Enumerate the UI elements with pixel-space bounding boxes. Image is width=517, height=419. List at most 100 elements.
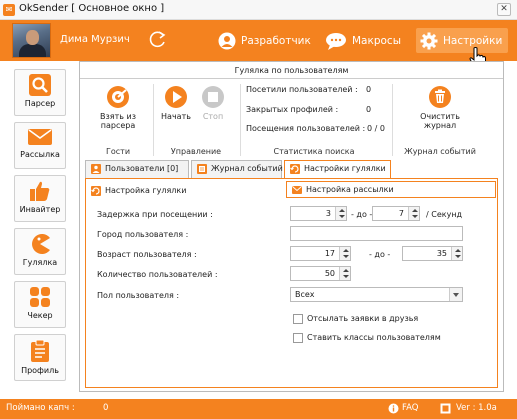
age-separator: - до - <box>369 250 391 259</box>
sidebar-item-profile[interactable]: Профиль <box>14 334 66 381</box>
sidebar-item-parser[interactable]: Парсер <box>14 69 66 116</box>
age-to-stepper[interactable]: 35 <box>402 246 463 261</box>
spin-arrows-icon[interactable] <box>451 247 462 260</box>
sidebar-item-label: Чекер <box>27 311 53 320</box>
title-bar: ✉ OkSender [ Основное окно ] ✕ <box>0 0 517 20</box>
developer-label: Разработчик <box>241 34 311 47</box>
clear-log-label: Очистить журнал <box>420 112 460 130</box>
mail-icon <box>28 129 52 145</box>
stats-group-title: Статистика поиска <box>273 147 355 156</box>
captcha-count: 0 <box>103 403 109 413</box>
stat-closed-label: Закрытых профилей : <box>246 105 339 114</box>
checkbox-box[interactable] <box>293 333 303 343</box>
captcha-label: Поймано капч : <box>6 403 75 413</box>
header-bar: Дима Мурзич Разработчик Макросы Настройк… <box>0 20 517 61</box>
close-button[interactable]: ✕ <box>497 3 511 16</box>
take-from-parser-button[interactable]: Взять из парсера <box>90 85 146 130</box>
delay-unit: / Секунд <box>426 210 463 219</box>
version-text: Ver : 1.0a <box>456 403 497 413</box>
age-from-stepper[interactable]: 17 <box>290 246 351 261</box>
delay-to-stepper[interactable]: 7 <box>372 206 420 221</box>
gear-icon <box>420 32 438 49</box>
sidebar-item-label: Гулялка <box>22 258 58 267</box>
control-group-title: Управление <box>170 147 222 156</box>
divider <box>240 84 241 156</box>
window-title: OkSender [ Основное окно ] <box>19 3 165 14</box>
target-icon <box>107 86 129 108</box>
age-label: Возраст пользователя : <box>97 250 197 259</box>
start-button[interactable]: Начать <box>161 85 191 121</box>
divider <box>392 84 393 156</box>
age-to-value: 35 <box>436 249 447 258</box>
spin-arrows-icon[interactable] <box>339 267 350 280</box>
tab-event-log[interactable]: Журнал событий <box>191 160 283 178</box>
faq-link[interactable]: FAQ <box>402 403 418 413</box>
chat-icon <box>326 32 346 50</box>
delay-separator: - до - <box>351 210 373 219</box>
tab-walker-settings[interactable]: Настройки гулялки <box>284 160 391 179</box>
stop-icon <box>202 86 224 108</box>
developer-button[interactable]: Разработчик <box>218 28 311 53</box>
search-icon <box>29 74 51 96</box>
give-classes-checkbox[interactable]: Ставить классы пользователям <box>293 333 441 343</box>
count-label: Количество пользователей : <box>97 270 218 279</box>
delay-label: Задержка при посещении : <box>97 210 213 219</box>
panel-title: Гулялка по пользователям <box>80 62 503 79</box>
delay-from-value: 3 <box>325 209 331 218</box>
friends-request-checkbox[interactable]: Отсылать заявки в друзья <box>293 314 418 324</box>
count-stepper[interactable]: 50 <box>290 266 351 281</box>
info-icon <box>388 403 399 414</box>
spin-arrows-icon[interactable] <box>408 207 419 220</box>
macros-button[interactable]: Макросы <box>325 28 401 53</box>
take-from-parser-label: Взять из парсера <box>100 112 136 130</box>
age-from-value: 17 <box>324 249 335 258</box>
sidebar-item-walker[interactable]: Гулялка <box>14 228 66 275</box>
count-value: 50 <box>324 269 335 278</box>
chevron-down-icon[interactable] <box>449 288 462 301</box>
sidebar: Парсер Рассылка Инвайтер Гулялка Чекер П… <box>0 61 75 394</box>
subtab-mailing-settings[interactable]: Настройка рассылки <box>286 181 496 198</box>
spin-arrows-icon[interactable] <box>335 207 346 220</box>
checkbox-box[interactable] <box>293 314 303 324</box>
mail-icon <box>292 186 302 194</box>
stat-visits-value: 0 / 0 <box>367 124 385 133</box>
city-input[interactable] <box>290 226 463 241</box>
stat-closed-value: 0 <box>366 105 372 114</box>
grid-icon <box>30 287 50 307</box>
subtab-walker-settings[interactable]: Настройка гулялки <box>86 183 276 200</box>
friends-request-label: Отсылать заявки в друзья <box>307 314 419 323</box>
settings-tab-icon <box>91 186 101 196</box>
city-label: Город пользователя : <box>97 230 189 239</box>
subtab-mailing-settings-label: Настройка рассылки <box>306 185 394 194</box>
sidebar-item-checker[interactable]: Чекер <box>14 281 66 328</box>
stop-button[interactable]: Стоп <box>198 85 228 121</box>
sidebar-item-label: Профиль <box>21 366 59 375</box>
delay-to-value: 7 <box>398 209 404 218</box>
sidebar-item-inviter[interactable]: Инвайтер <box>14 175 66 222</box>
user-name: Дима Мурзич <box>60 34 130 45</box>
version-icon <box>440 403 451 414</box>
play-icon <box>165 86 187 108</box>
delay-from-stepper[interactable]: 3 <box>290 206 347 221</box>
stats-group: Посетили пользователей : 0 Закрытых проф… <box>242 81 386 156</box>
tab-users-label: Пользователи [0] <box>105 164 179 173</box>
gender-select[interactable]: Всех <box>290 287 463 302</box>
control-group: Начать Стоп Управление <box>158 81 234 156</box>
spin-arrows-icon[interactable] <box>339 247 350 260</box>
subtab-walker-settings-label: Настройка гулялки <box>105 186 187 195</box>
clear-log-button[interactable]: Очистить журнал <box>410 85 470 130</box>
guests-group-title: Гости <box>105 147 131 156</box>
stat-visits-label: Посещения пользователей : <box>246 124 366 133</box>
sidebar-item-mailing[interactable]: Рассылка <box>14 122 66 169</box>
log-icon <box>197 164 207 174</box>
settings-button[interactable]: Настройки <box>416 28 509 53</box>
sidebar-item-label: Рассылка <box>20 150 60 159</box>
start-label: Начать <box>161 112 191 121</box>
macros-label: Макросы <box>352 34 401 47</box>
tab-event-log-label: Журнал событий <box>211 164 283 173</box>
avatar[interactable] <box>12 23 51 58</box>
main-panel: Гулялка по пользователям Взять из парсер… <box>79 61 504 392</box>
refresh-icon[interactable] <box>148 29 168 49</box>
tab-users[interactable]: Пользователи [0] <box>85 160 189 178</box>
status-bar: Поймано капч : 0 FAQ Ver : 1.0a <box>0 399 517 419</box>
